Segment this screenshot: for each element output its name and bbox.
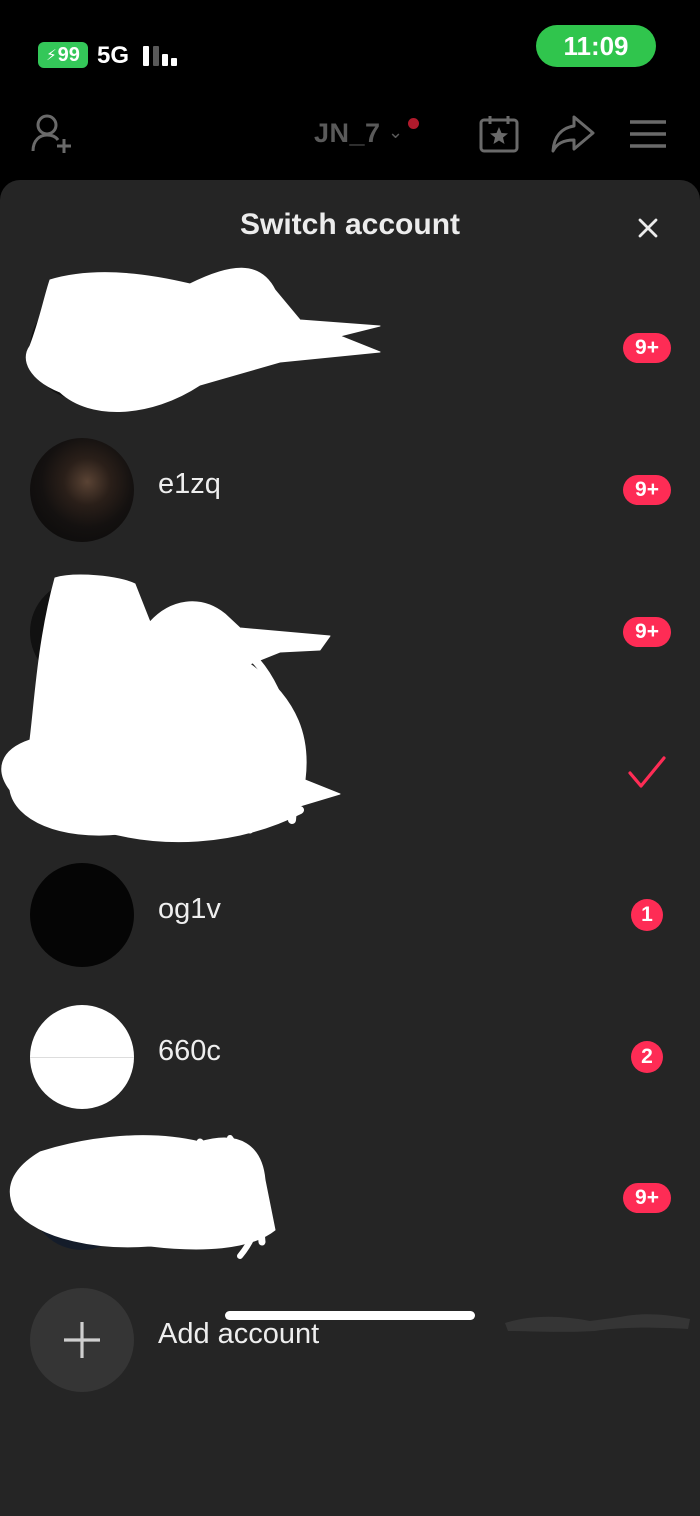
watermark-logo	[500, 1305, 695, 1335]
time-pill: 11:09	[536, 25, 656, 67]
home-indicator[interactable]	[225, 1311, 475, 1320]
add-user-icon[interactable]	[30, 113, 76, 155]
calendar-star-icon[interactable]	[478, 114, 520, 154]
charging-icon: ⚡	[46, 47, 57, 64]
haraj-watermark-icon	[505, 1314, 690, 1332]
clock: 11:09	[563, 30, 629, 61]
notification-dot	[408, 118, 419, 129]
signal-bars-icon	[143, 46, 177, 66]
battery-indicator: ⚡ 99	[38, 42, 88, 68]
status-bar: ⚡ 99 5G 11:09	[0, 0, 700, 100]
share-icon[interactable]	[550, 113, 596, 155]
battery-level: 99	[57, 43, 80, 66]
menu-icon[interactable]	[628, 118, 668, 150]
network-type: 5G	[97, 42, 130, 69]
profile-name[interactable]: JN_7	[314, 118, 381, 149]
chevron-down-icon[interactable]: ⌄	[388, 122, 403, 143]
